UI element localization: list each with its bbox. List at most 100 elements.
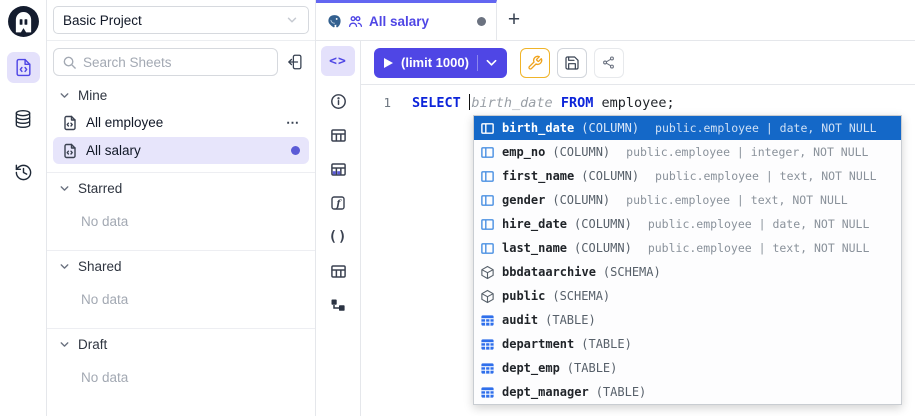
ghost-suggestion-text: birth_date — [471, 95, 552, 111]
result-table-button[interactable] — [328, 126, 348, 144]
share-sheet-button[interactable] — [594, 48, 624, 78]
table-highlight-icon — [330, 161, 347, 178]
new-tab-button[interactable]: + — [497, 0, 531, 40]
function-button[interactable]: f — [328, 194, 348, 212]
suggestion-row[interactable]: first_name (COLUMN) public.employee | te… — [474, 164, 901, 188]
sheet-icon — [62, 115, 78, 131]
table-data-button[interactable] — [328, 160, 348, 178]
tables-button[interactable] — [328, 262, 348, 280]
suggestion-row[interactable]: public (SCHEMA) — [474, 284, 901, 308]
search-input[interactable] — [83, 55, 269, 70]
section-draft: Draft No data — [47, 328, 315, 398]
suggestion-kind: (TABLE) — [567, 361, 618, 375]
section-starred-label: Starred — [78, 181, 122, 196]
suggestion-row[interactable]: gender (COLUMN) public.employee | text, … — [474, 188, 901, 212]
autocomplete-popup: birth_date (COLUMN) public.employee | da… — [473, 115, 902, 405]
section-mine: Mine All employee ⋯ — [47, 80, 315, 164]
tab-all-salary[interactable]: All salary — [316, 0, 497, 40]
sheet-item-all-employee[interactable]: All employee ⋯ — [53, 109, 309, 136]
suggestion-row[interactable]: department (TABLE) — [474, 332, 901, 356]
info-icon — [330, 93, 347, 110]
parameters-button[interactable]: () — [328, 228, 348, 246]
schema-diagram-button[interactable] — [328, 296, 348, 314]
section-starred-header[interactable]: Starred — [47, 173, 315, 201]
chevron-down-icon — [285, 13, 299, 27]
suggestion-kind: (COLUMN) — [552, 145, 610, 159]
worksheets-nav-button[interactable] — [7, 52, 40, 83]
import-sheet-button[interactable] — [282, 48, 310, 76]
schema-diagram-icon — [330, 297, 346, 313]
format-wrench-icon — [527, 55, 543, 71]
chevron-down-icon — [58, 89, 71, 102]
save-sheet-button[interactable] — [557, 48, 587, 78]
sql-identifier: employee; — [601, 95, 674, 111]
table-icon — [480, 313, 495, 328]
suggestion-detail: public.employee | text, NOT NULL — [655, 169, 877, 183]
unsaved-dot — [477, 17, 486, 26]
suggestion-row[interactable]: bbdataarchive (SCHEMA) — [474, 260, 901, 284]
info-button[interactable] — [328, 92, 348, 110]
suggestion-detail: public.employee | date, NOT NULL — [648, 217, 870, 231]
suggestion-name: dept_emp — [502, 361, 560, 375]
suggestion-detail: public.employee | date, NOT NULL — [655, 121, 877, 135]
section-shared-label: Shared — [78, 259, 122, 274]
suggestion-row[interactable]: dept_manager (TABLE) — [474, 380, 901, 404]
sql-code-editor[interactable]: 1 SELECT birth_date FROM employee; birth… — [361, 85, 915, 416]
project-selector-row: Basic Project — [47, 0, 315, 41]
section-draft-header[interactable]: Draft — [47, 329, 315, 357]
schema-icon — [480, 265, 495, 280]
format-sql-button[interactable] — [520, 48, 550, 78]
suggestion-row[interactable]: birth_date (COLUMN) public.employee | da… — [474, 116, 901, 140]
suggestion-name: first_name — [502, 169, 574, 183]
sheet-item-label: All salary — [86, 143, 141, 158]
suggestion-row[interactable]: last_name (COLUMN) public.employee | tex… — [474, 236, 901, 260]
suggestion-kind: (TABLE) — [581, 337, 632, 351]
suggestion-name: public — [502, 289, 545, 303]
project-selector[interactable]: Basic Project — [53, 6, 309, 34]
column-icon — [480, 145, 495, 160]
suggestion-kind: (COLUMN) — [581, 169, 639, 183]
run-query-button[interactable]: (limit 1000) — [374, 48, 507, 78]
main-area: All salary + <> — [316, 0, 915, 416]
sheet-item-all-salary[interactable]: All salary — [53, 137, 309, 164]
chevron-down-icon — [58, 338, 71, 351]
section-mine-label: Mine — [78, 88, 107, 103]
bytebase-logo[interactable] — [7, 5, 40, 38]
table-icon — [480, 337, 495, 352]
suggestion-detail: public.employee | integer, NOT NULL — [626, 145, 868, 159]
editor-body: <> — [316, 41, 915, 416]
left-rail — [0, 0, 47, 416]
section-starred: Starred No data — [47, 172, 315, 242]
suggestion-detail: public.employee | text, NOT NULL — [648, 241, 870, 255]
chevron-down-icon — [58, 260, 71, 273]
history-icon — [14, 163, 33, 182]
plus-icon: + — [508, 8, 520, 32]
chevron-down-icon[interactable] — [486, 59, 497, 67]
file-code-icon — [14, 58, 33, 77]
databases-nav-button[interactable] — [7, 103, 40, 134]
code-view-toggle[interactable]: <> — [321, 46, 355, 76]
suggestion-kind: (COLUMN) — [581, 121, 639, 135]
suggestion-name: emp_no — [502, 145, 545, 159]
history-nav-button[interactable] — [7, 157, 40, 188]
suggestion-row[interactable]: hire_date (COLUMN) public.employee | dat… — [474, 212, 901, 236]
sheet-item-menu-icon[interactable]: ⋯ — [286, 115, 300, 131]
suggestion-row[interactable]: audit (TABLE) — [474, 308, 901, 332]
suggestion-kind: (SCHEMA) — [603, 265, 661, 279]
section-mine-header[interactable]: Mine — [47, 80, 315, 108]
suggestion-row[interactable]: dept_emp (TABLE) — [474, 356, 901, 380]
suggestion-row[interactable]: emp_no (COLUMN) public.employee | intege… — [474, 140, 901, 164]
function-icon: f — [330, 195, 346, 211]
search-box[interactable] — [53, 48, 278, 76]
unsaved-dot — [291, 146, 300, 155]
table-icon — [480, 361, 495, 376]
column-icon — [480, 193, 495, 208]
section-shared-header[interactable]: Shared — [47, 251, 315, 279]
play-icon — [384, 58, 393, 68]
code-icon: <> — [329, 54, 347, 69]
suggestion-name: bbdataarchive — [502, 265, 596, 279]
section-draft-label: Draft — [78, 337, 107, 352]
empty-state-text: No data — [47, 201, 315, 242]
project-selector-value: Basic Project — [63, 13, 142, 28]
save-icon — [564, 55, 580, 71]
